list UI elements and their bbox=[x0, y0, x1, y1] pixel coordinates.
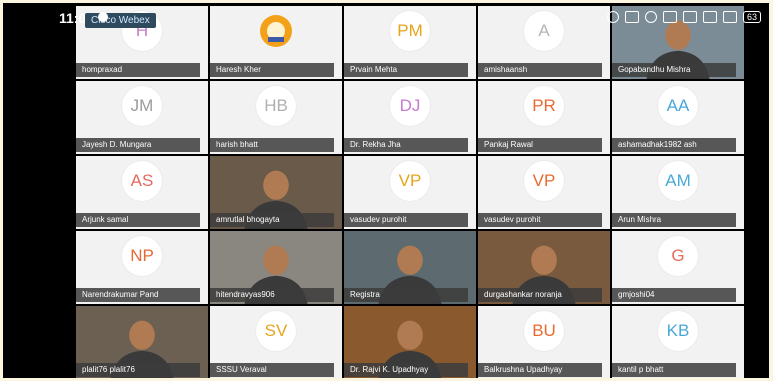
cast-icon bbox=[624, 11, 639, 23]
participant-tile[interactable]: plalit76 plalit76 bbox=[76, 306, 210, 378]
participant-name: durgashankar noranja bbox=[478, 288, 602, 302]
participant-avatar: PR bbox=[524, 85, 564, 126]
participant-name: gmjoshi04 bbox=[612, 288, 736, 302]
participant-name: Registra bbox=[344, 288, 468, 302]
participant-tile[interactable]: Dr. Rajvi K. Upadhyay bbox=[344, 306, 478, 378]
hd2-icon bbox=[702, 11, 717, 23]
participant-name: Pankaj Rawal bbox=[478, 138, 602, 152]
participant-avatar: BU bbox=[524, 310, 564, 351]
participant-avatar: AS bbox=[122, 160, 162, 201]
participant-grid: Hhompraxad Haresh Kher PM Prvain Mehta Aamis… bbox=[76, 6, 746, 378]
status-icons: 63 bbox=[606, 11, 761, 23]
participant-tile[interactable]: VP vasudev purohit bbox=[344, 156, 478, 231]
participant-tile[interactable]: JM Jayesh D. Mungara bbox=[76, 81, 210, 156]
participant-name: Gopabandhu Mishra bbox=[612, 63, 736, 77]
participant-name: ashamadhak1982 ash bbox=[612, 138, 736, 152]
participant-avatar: JM bbox=[122, 85, 162, 126]
participant-avatar: VP bbox=[524, 160, 564, 201]
signal-icon bbox=[682, 11, 697, 23]
participant-name: Balkrushna Upadhyay bbox=[478, 363, 602, 377]
hd-icon bbox=[662, 11, 677, 23]
battery-icon: 63 bbox=[742, 11, 761, 23]
participant-name: Arjunk samal bbox=[76, 213, 200, 227]
participant-name: Prvain Mehta bbox=[344, 63, 468, 77]
alarm-icon bbox=[644, 11, 657, 23]
status-bar: 11:07 Cisco Webex 63 bbox=[3, 3, 769, 31]
participant-name: amishaansh bbox=[478, 63, 602, 77]
participant-name: Dr. Rajvi K. Upadhyay bbox=[344, 363, 468, 377]
participant-tile[interactable]: Ggmjoshi04 bbox=[612, 231, 746, 306]
bluetooth-icon bbox=[606, 11, 619, 23]
participant-avatar: VP bbox=[390, 160, 430, 201]
participant-tile[interactable]: HB harish bhatt bbox=[210, 81, 344, 156]
participant-tile[interactable]: AS Arjunk samal bbox=[76, 156, 210, 231]
participant-name: hitendravyas906 bbox=[210, 288, 334, 302]
webex-icon bbox=[98, 12, 108, 22]
participant-tile[interactable]: KB kantil p bhatt bbox=[612, 306, 746, 378]
participant-tile[interactable]: NP Narendrakumar Pand bbox=[76, 231, 210, 306]
participant-tile[interactable]: DJ Dr. Rekha Jha bbox=[344, 81, 478, 156]
participant-name: Dr. Rekha Jha bbox=[344, 138, 468, 152]
participant-avatar: SV bbox=[256, 310, 296, 351]
participant-name: vasudev purohit bbox=[344, 213, 468, 227]
participant-tile[interactable]: durgashankar noranja bbox=[478, 231, 612, 306]
participant-avatar: G bbox=[658, 235, 698, 276]
participant-name: Jayesh D. Mungara bbox=[76, 138, 200, 152]
participant-name: plalit76 plalit76 bbox=[76, 363, 200, 377]
participant-name: harish bhatt bbox=[210, 138, 334, 152]
signal2-icon bbox=[722, 11, 737, 23]
participant-avatar: DJ bbox=[390, 85, 430, 126]
participant-name: Haresh Kher bbox=[210, 63, 334, 77]
participant-name: hompraxad bbox=[76, 63, 200, 77]
participant-avatar: HB bbox=[256, 85, 296, 126]
participant-avatar: NP bbox=[122, 235, 162, 276]
participant-tile[interactable]: AM Arun Mishra bbox=[612, 156, 746, 231]
participant-tile[interactable]: BU Balkrushna Upadhyay bbox=[478, 306, 612, 378]
participant-name: amrutlal bhogayta bbox=[210, 213, 334, 227]
participant-avatar: AA bbox=[658, 85, 698, 126]
participant-tile[interactable]: amrutlal bhogayta bbox=[210, 156, 344, 231]
participant-tile[interactable]: hitendravyas906 bbox=[210, 231, 344, 306]
app-badge: Cisco Webex bbox=[85, 13, 156, 28]
participant-avatar: KB bbox=[658, 310, 698, 351]
participant-tile[interactable]: VP vasudev purohit bbox=[478, 156, 612, 231]
participant-name: SSSU Veraval bbox=[210, 363, 334, 377]
participant-name: vasudev purohit bbox=[478, 213, 602, 227]
participant-tile[interactable]: SV SSSU Veraval bbox=[210, 306, 344, 378]
participant-tile[interactable]: PR Pankaj Rawal bbox=[478, 81, 612, 156]
participant-tile[interactable]: Registra bbox=[344, 231, 478, 306]
participant-name: kantil p bhatt bbox=[612, 363, 736, 377]
participant-name: Arun Mishra bbox=[612, 213, 736, 227]
screen-frame: 11:07 Cisco Webex 63 Hhompraxad Haresh Kh… bbox=[3, 3, 769, 378]
participant-avatar: AM bbox=[658, 160, 698, 201]
participant-name: Narendrakumar Pand bbox=[76, 288, 200, 302]
participant-tile[interactable]: AA ashamadhak1982 ash bbox=[612, 81, 746, 156]
